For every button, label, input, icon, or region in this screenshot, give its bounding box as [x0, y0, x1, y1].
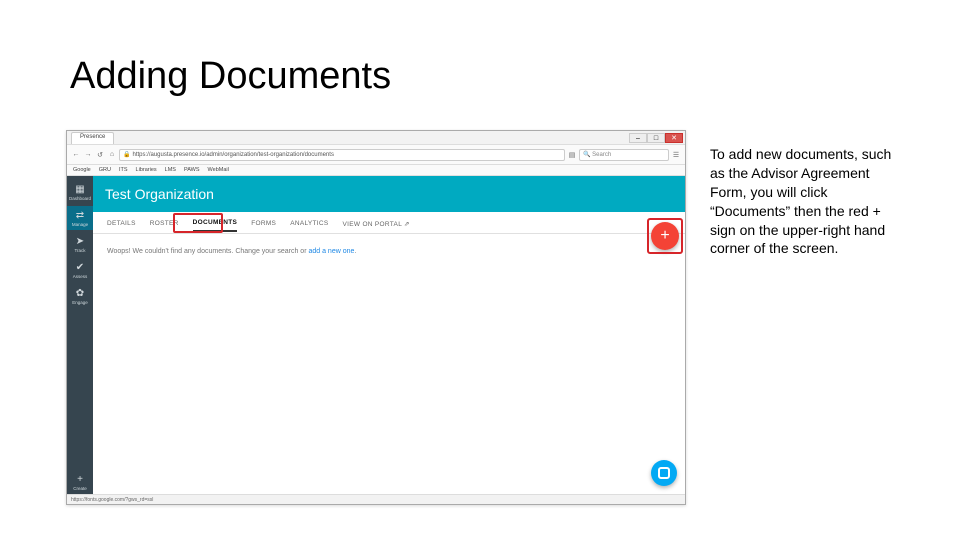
lock-icon: 🔒: [123, 151, 130, 158]
tab-documents[interactable]: DOCUMENTS: [193, 213, 238, 232]
slide-explanation: To add new documents, such as the Adviso…: [710, 145, 905, 258]
window-minimize-button[interactable]: –: [629, 133, 647, 143]
sidebar-item-track[interactable]: ➤ Track: [67, 232, 93, 256]
sidebar-item-manage[interactable]: ⇄ Manage: [67, 206, 93, 230]
dashboard-icon: ▦: [74, 183, 86, 195]
browser-tab-row: Presence – □ ✕: [67, 131, 685, 145]
plus-icon: +: [74, 473, 86, 485]
sidebar-item-label: Dashboard: [69, 196, 91, 201]
sidebar: ▦ Dashboard ⇄ Manage ➤ Track ✔ Assess ✿: [67, 176, 93, 494]
engage-icon: ✿: [74, 287, 86, 299]
screenshot-frame: Presence – □ ✕ ← → ↺ ⌂ 🔒 https://augusta…: [66, 130, 686, 505]
reader-icon[interactable]: ▤: [567, 150, 577, 160]
add-new-link[interactable]: add a new one: [308, 248, 354, 255]
search-icon: 🔍: [583, 151, 590, 158]
empty-state-message: Woops! We couldn't find any documents. C…: [107, 248, 671, 255]
url-bar[interactable]: 🔒 https://augusta.presence.io/admin/orga…: [119, 149, 565, 161]
sidebar-item-assess[interactable]: ✔ Assess: [67, 258, 93, 282]
sidebar-item-label: Manage: [72, 222, 88, 227]
assess-icon: ✔: [74, 261, 86, 273]
url-text: https://augusta.presence.io/admin/organi…: [132, 152, 333, 158]
manage-icon: ⇄: [74, 209, 86, 221]
browser-chrome: Presence – □ ✕ ← → ↺ ⌂ 🔒 https://augusta…: [67, 131, 685, 165]
chat-fab[interactable]: [651, 460, 677, 486]
reload-icon[interactable]: ↺: [95, 150, 105, 160]
home-icon[interactable]: ⌂: [107, 150, 117, 160]
content-area: Woops! We couldn't find any documents. C…: [93, 234, 685, 494]
main-area: Test Organization DETAILS ROSTER DOCUMEN…: [93, 176, 685, 494]
app-frame: ▦ Dashboard ⇄ Manage ➤ Track ✔ Assess ✿: [67, 176, 685, 494]
empty-text-suffix: .: [354, 248, 356, 255]
track-icon: ➤: [74, 235, 86, 247]
bookmark-item[interactable]: GRU: [99, 167, 111, 173]
bookmark-item[interactable]: ITS: [119, 167, 128, 173]
sidebar-item-label: Track: [74, 248, 85, 253]
back-icon[interactable]: ←: [71, 150, 81, 160]
status-text: https://fonts.google.com/?gws_rd=ssl: [71, 497, 153, 503]
tab-details[interactable]: DETAILS: [107, 214, 136, 231]
tab-roster[interactable]: ROSTER: [150, 214, 179, 231]
sidebar-item-engage[interactable]: ✿ Engage: [67, 284, 93, 308]
browser-search-input[interactable]: 🔍 Search: [579, 149, 669, 161]
bookmark-item[interactable]: PAWS: [184, 167, 200, 173]
empty-text-prefix: Woops! We couldn't find any documents. C…: [107, 248, 308, 255]
browser-status-bar: https://fonts.google.com/?gws_rd=ssl: [67, 494, 685, 504]
sidebar-item-create[interactable]: + Create: [67, 470, 93, 494]
bookmark-item[interactable]: LMS: [165, 167, 176, 173]
sidebar-item-label: Engage: [72, 300, 88, 305]
menu-icon[interactable]: ☰: [671, 150, 681, 160]
slide-title: Adding Documents: [70, 55, 391, 98]
forward-icon[interactable]: →: [83, 150, 93, 160]
sidebar-item-label: Assess: [73, 274, 88, 279]
search-placeholder: Search: [592, 152, 611, 158]
plus-icon: +: [660, 228, 669, 244]
bookmark-item[interactable]: WebMail: [208, 167, 229, 173]
chat-icon: [658, 467, 670, 479]
org-header: Test Organization: [93, 176, 685, 212]
org-title: Test Organization: [105, 186, 214, 202]
sidebar-item-dashboard[interactable]: ▦ Dashboard: [67, 180, 93, 204]
add-document-fab[interactable]: +: [651, 222, 679, 250]
window-buttons: – □ ✕: [629, 133, 683, 143]
window-close-button[interactable]: ✕: [665, 133, 683, 143]
tab-forms[interactable]: FORMS: [251, 214, 276, 231]
address-row: ← → ↺ ⌂ 🔒 https://augusta.presence.io/ad…: [67, 145, 685, 164]
browser-tab[interactable]: Presence: [71, 132, 114, 144]
tab-view-on-portal[interactable]: VIEW ON PORTAL ⇗: [343, 214, 410, 232]
org-tab-strip: DETAILS ROSTER DOCUMENTS FORMS ANALYTICS…: [93, 212, 685, 234]
sidebar-item-label: Create: [73, 486, 87, 491]
window-maximize-button[interactable]: □: [647, 133, 665, 143]
bookmark-item[interactable]: Libraries: [136, 167, 157, 173]
bookmark-item[interactable]: Google: [73, 167, 91, 173]
bookmarks-bar: Google GRU ITS Libraries LMS PAWS WebMai…: [67, 165, 685, 176]
tab-analytics[interactable]: ANALYTICS: [290, 214, 328, 231]
